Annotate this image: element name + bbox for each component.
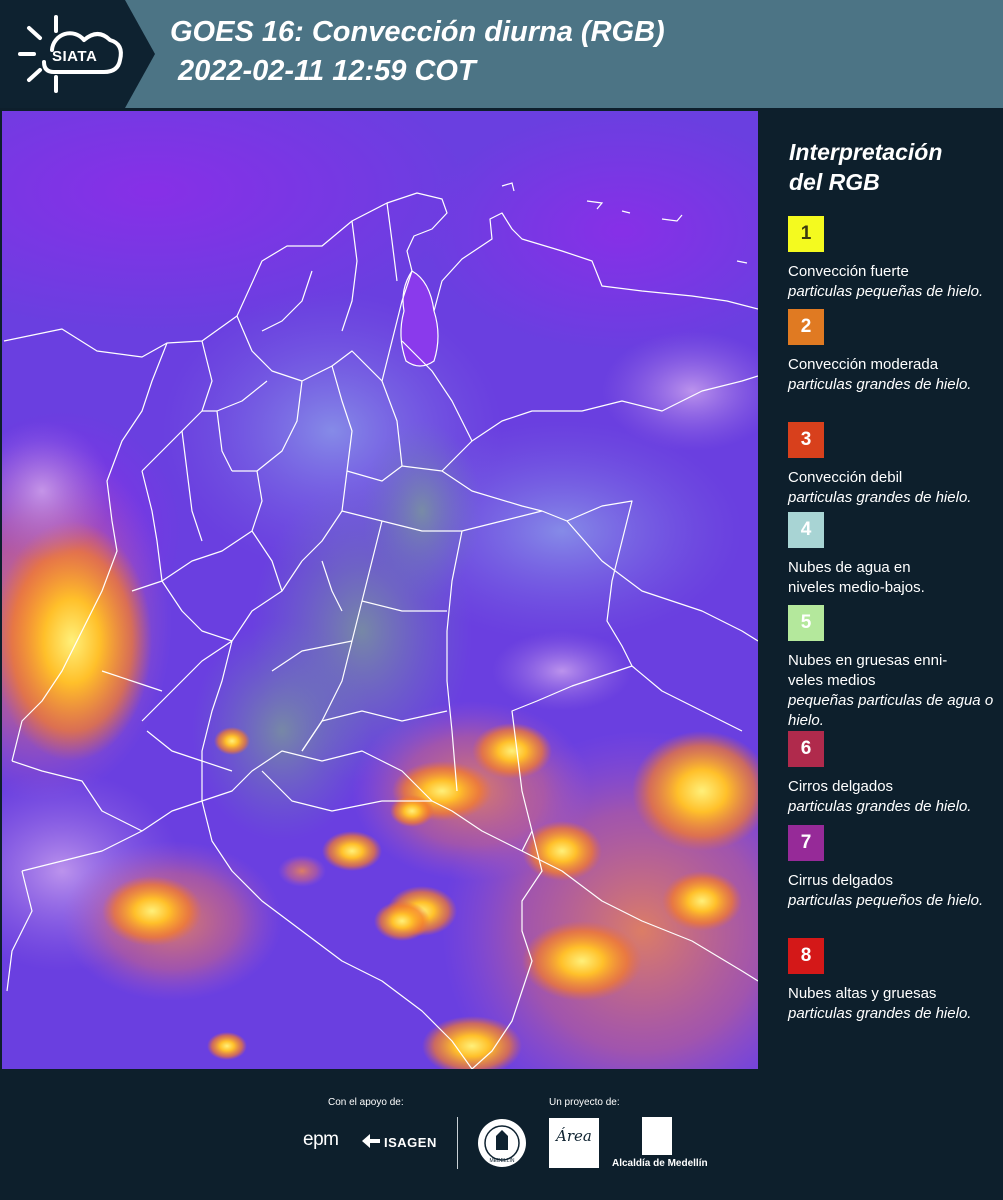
legend-panel: Interpretación del RGB 1 Convección fuer… [760, 111, 1003, 1071]
legend-number-1: 1 [800, 223, 812, 244]
legend-number-2: 2 [800, 316, 812, 337]
legend-swatch-2: 2 [788, 309, 824, 345]
epm-logo[interactable]: epm [303, 1129, 339, 1151]
legend-item-5: 5 Nubes en gruesas enni-veles medios peq… [788, 605, 998, 731]
legend-item-4: 4 Nubes de agua en niveles medio-bajos. [788, 512, 998, 598]
legend-name-4: Nubes de agua en niveles medio-bajos. [788, 559, 925, 596]
legend-number-5: 5 [800, 612, 812, 633]
legend-title-line2: del RGB [789, 169, 880, 195]
legend-name-1: Convección fuerte [788, 263, 909, 280]
legend-desc-7: particulas pequeños de hielo. [788, 892, 984, 909]
alcaldia-medellin-label[interactable]: Alcaldía de Medellín [612, 1158, 708, 1169]
satellite-rgb-map[interactable] [2, 111, 758, 1069]
legend-number-3: 3 [800, 429, 812, 450]
legend-swatch-3: 3 [788, 422, 824, 458]
legend-desc-2: particulas grandes de hielo. [788, 376, 972, 393]
legend-swatch-4: 4 [788, 512, 824, 548]
legend-desc-3: particulas grandes de hielo. [788, 489, 972, 506]
legend-desc-1: particulas pequeñas de hielo. [788, 283, 984, 300]
legend-swatch-8: 8 [788, 938, 824, 974]
legend-name-6: Cirros delgados [788, 778, 894, 795]
siata-logo[interactable]: SIATA [0, 0, 155, 108]
legend-item-1: 1 Convección fuerte particulas pequeñas … [788, 216, 998, 302]
legend-swatch-5: 5 [788, 605, 824, 641]
legend-desc-8: particulas grandes de hielo. [788, 1005, 972, 1022]
legend-name-5: Nubes en gruesas enni-veles medios [788, 652, 948, 689]
legend-swatch-7: 7 [788, 825, 824, 861]
legend-title-line1: Interpretación [789, 139, 943, 165]
legend-name-2: Convección moderada [788, 356, 939, 373]
legend-name-8: Nubes altas y gruesas [788, 985, 937, 1002]
legend-name-7: Cirrus delgados [788, 872, 894, 889]
legend-number-4: 4 [800, 519, 812, 540]
legend-item-6: 6 Cirros delgados particulas grandes de … [788, 731, 998, 817]
medellin-seal-icon[interactable]: MEDELLÍN [477, 1118, 527, 1168]
siata-logo-text: SIATA [52, 48, 98, 65]
legend-number-7: 7 [800, 832, 812, 853]
legend-swatch-6: 6 [788, 731, 824, 767]
legend-desc-5: pequeñas particulas de agua o hielo. [788, 692, 994, 729]
legend-title: Interpretación del RGB [789, 137, 942, 197]
legend-item-7: 7 Cirrus delgados particulas pequeños de… [788, 825, 998, 911]
legend-item-3: 3 Convección debil particulas grandes de… [788, 422, 998, 508]
legend-number-6: 6 [800, 738, 812, 759]
footer-divider [457, 1117, 458, 1169]
seal-text: MEDELLÍN [489, 1157, 514, 1164]
project-label: Un proyecto de: [549, 1097, 620, 1108]
page-timestamp: 2022-02-11 12:59 COT [178, 55, 476, 87]
header-bar: SIATA GOES 16: Convección diurna (RGB) 2… [0, 0, 1003, 108]
area-metropolitana-text: Área [556, 1127, 592, 1145]
alcaldia-medellin-shield-icon [642, 1117, 672, 1155]
page-title: GOES 16: Convección diurna (RGB) [170, 16, 665, 48]
footer: Con el apoyo de: Un proyecto de: epm ISA… [0, 1071, 1003, 1200]
legend-number-8: 8 [800, 945, 812, 966]
isagen-logo-icon [362, 1134, 380, 1148]
legend-item-2: 2 Convección moderada particulas grandes… [788, 309, 998, 395]
support-label: Con el apoyo de: [328, 1097, 404, 1108]
legend-item-8: 8 Nubes altas y gruesas particulas grand… [788, 938, 998, 1024]
legend-name-3: Convección debil [788, 469, 903, 486]
map-graphic [2, 111, 758, 1069]
isagen-logo[interactable]: ISAGEN [384, 1135, 437, 1150]
legend-desc-6: particulas grandes de hielo. [788, 798, 972, 815]
legend-swatch-1: 1 [788, 216, 824, 252]
